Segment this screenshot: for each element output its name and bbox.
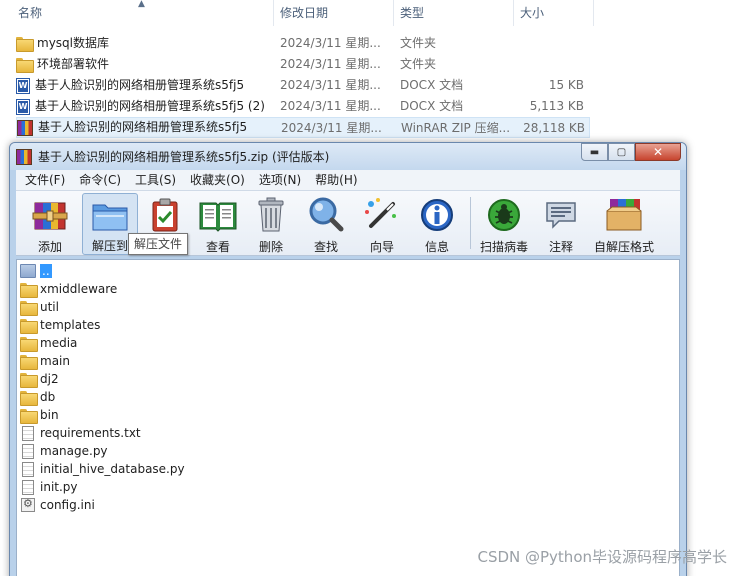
- find-button[interactable]: 查找: [302, 193, 350, 255]
- info-button[interactable]: 信息: [414, 193, 460, 255]
- explorer-column-header: ▲ 名称 修改日期 类型 大小: [0, 0, 600, 26]
- column-date[interactable]: 修改日期: [274, 0, 394, 26]
- up-folder-icon: [20, 264, 36, 278]
- file-row[interactable]: media: [20, 334, 77, 352]
- file-row[interactable]: config.ini: [20, 496, 95, 514]
- close-button[interactable]: ✕: [635, 143, 681, 161]
- menu-tools[interactable]: 工具(S): [130, 170, 181, 190]
- menu-bar: 文件(F) 命令(C) 工具(S) 收藏夹(O) 选项(N) 帮助(H): [16, 170, 680, 190]
- explorer-row[interactable]: 基于人脸识别的网络相册管理系统s5fj5 2024/3/11 星期... DOC…: [16, 75, 590, 96]
- text-file-icon: [22, 425, 34, 441]
- file-row-parent[interactable]: ..: [20, 262, 52, 280]
- file-row[interactable]: util: [20, 298, 59, 316]
- wizard-button[interactable]: 向导: [358, 193, 406, 255]
- file-row[interactable]: initial_hive_database.py: [20, 460, 185, 478]
- column-type[interactable]: 类型: [394, 0, 514, 26]
- add-archive-icon: [30, 195, 70, 235]
- explorer-row[interactable]: 基于人脸识别的网络相册管理系统s5fj5 (2) 2024/3/11 星期...…: [16, 96, 590, 117]
- menu-commands[interactable]: 命令(C): [74, 170, 126, 190]
- maximize-button[interactable]: ▢: [608, 143, 635, 161]
- explorer-row-selected[interactable]: 基于人脸识别的网络相册管理系统s5fj5 2024/3/11 星期... Win…: [16, 117, 590, 138]
- folder-icon: [20, 390, 38, 406]
- magnifier-icon: [306, 195, 346, 235]
- toolbar-separator: [470, 197, 471, 249]
- sfx-box-icon: [604, 195, 644, 235]
- folder-icon: [20, 336, 38, 352]
- tooltip: 解压文件: [128, 233, 189, 255]
- docx-icon: [16, 77, 30, 94]
- sort-ascending-icon: ▲: [138, 0, 145, 9]
- test-clipboard-icon: [145, 195, 185, 235]
- config-file-icon: [21, 497, 35, 512]
- file-list: .. xmiddleware util templates media main…: [16, 259, 680, 576]
- menu-help[interactable]: 帮助(H): [310, 170, 362, 190]
- text-file-icon: [22, 479, 34, 495]
- toolbar: 添加 解压到 测试: [16, 190, 680, 256]
- extract-folder-icon: [90, 196, 130, 234]
- explorer-row[interactable]: mysql数据库 2024/3/11 星期... 文件夹: [16, 33, 590, 54]
- folder-icon: [16, 58, 34, 73]
- comment-button[interactable]: 注释: [538, 193, 584, 255]
- delete-button[interactable]: 删除: [248, 193, 294, 255]
- winrar-archive-icon: [17, 119, 33, 136]
- menu-favorites[interactable]: 收藏夹(O): [185, 170, 250, 190]
- winrar-app-icon[interactable]: [16, 149, 32, 165]
- folder-icon: [20, 282, 38, 298]
- watermark: CSDN @Python毕设源码程序高学长: [477, 548, 727, 566]
- folder-icon: [20, 372, 38, 388]
- folder-icon: [20, 300, 38, 316]
- wizard-wand-icon: [362, 195, 402, 235]
- add-button[interactable]: 添加: [22, 193, 78, 255]
- text-file-icon: [22, 461, 34, 477]
- view-book-icon: [198, 195, 238, 235]
- folder-icon: [16, 37, 34, 52]
- column-name[interactable]: ▲ 名称: [0, 0, 274, 26]
- menu-file[interactable]: 文件(F): [20, 170, 70, 190]
- file-row[interactable]: main: [20, 352, 70, 370]
- docx-icon: [16, 98, 30, 115]
- file-row[interactable]: manage.py: [20, 442, 108, 460]
- folder-icon: [20, 408, 38, 424]
- file-row[interactable]: requirements.txt: [20, 424, 141, 442]
- winrar-window: 基于人脸识别的网络相册管理系统s5fj5.zip (评估版本) ▬ ▢ ✕ 文件…: [9, 142, 687, 576]
- window-controls: ▬ ▢ ✕: [581, 143, 681, 161]
- file-row[interactable]: bin: [20, 406, 59, 424]
- file-row[interactable]: init.py: [20, 478, 78, 496]
- explorer-row[interactable]: 环境部署软件 2024/3/11 星期... 文件夹: [16, 54, 590, 75]
- file-row[interactable]: templates: [20, 316, 100, 334]
- info-icon: [417, 195, 457, 235]
- view-button[interactable]: 查看: [194, 193, 242, 255]
- column-size[interactable]: 大小: [514, 0, 594, 26]
- folder-icon: [20, 318, 38, 334]
- menu-options[interactable]: 选项(N): [254, 170, 306, 190]
- file-row[interactable]: xmiddleware: [20, 280, 117, 298]
- minimize-button[interactable]: ▬: [581, 143, 608, 161]
- file-row[interactable]: dj2: [20, 370, 59, 388]
- text-file-icon: [22, 443, 34, 459]
- scan-virus-button[interactable]: 扫描病毒: [476, 193, 532, 255]
- sfx-button[interactable]: 自解压格式: [588, 193, 660, 255]
- file-row[interactable]: db: [20, 388, 55, 406]
- title-bar[interactable]: 基于人脸识别的网络相册管理系统s5fj5.zip (评估版本) ▬ ▢ ✕: [10, 143, 686, 170]
- trash-icon: [251, 195, 291, 235]
- folder-icon: [20, 354, 38, 370]
- virus-scan-icon: [484, 195, 524, 235]
- comment-icon: [541, 195, 581, 235]
- window-title: 基于人脸识别的网络相册管理系统s5fj5.zip (评估版本): [38, 150, 330, 164]
